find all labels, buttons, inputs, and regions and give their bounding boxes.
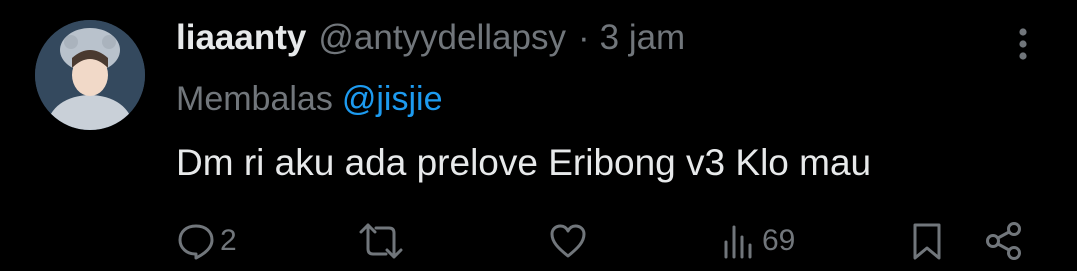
share-button[interactable] bbox=[984, 215, 1024, 267]
repost-button[interactable] bbox=[358, 215, 404, 267]
views-count: 69 bbox=[762, 224, 796, 257]
reply-icon bbox=[178, 224, 214, 260]
separator-dot: · bbox=[577, 18, 590, 57]
like-button[interactable] bbox=[548, 215, 588, 267]
tweet-header: liaaanty @antyydellapsy · 3 jam bbox=[176, 18, 685, 66]
tweet-text: Dm ri aku ada prelove Eribong v3 Klo mau bbox=[176, 142, 872, 183]
display-name[interactable]: liaaanty bbox=[176, 18, 306, 58]
avatar[interactable] bbox=[35, 20, 145, 130]
bookmark-button[interactable] bbox=[910, 215, 944, 267]
reply-count: 2 bbox=[220, 224, 237, 257]
reply-mention-link[interactable]: @jisjie bbox=[342, 80, 443, 118]
views-icon bbox=[724, 225, 752, 259]
more-options-button[interactable] bbox=[1008, 22, 1038, 66]
tweet: liaaanty @antyydellapsy · 3 jam Membalas… bbox=[0, 0, 1077, 271]
action-bar: 2 69 bbox=[0, 215, 1077, 267]
views-button[interactable]: 69 bbox=[722, 215, 795, 267]
bookmark-icon bbox=[913, 223, 941, 260]
reply-label: Membalas bbox=[176, 80, 333, 118]
timestamp[interactable]: 3 jam bbox=[600, 18, 686, 58]
repost-icon bbox=[359, 223, 403, 259]
more-vertical-icon bbox=[1019, 28, 1027, 60]
user-handle[interactable]: @antyydellapsy bbox=[318, 18, 566, 58]
reply-button[interactable]: 2 bbox=[176, 215, 237, 267]
heart-icon bbox=[550, 224, 586, 258]
avatar-image bbox=[35, 20, 145, 130]
share-icon bbox=[986, 222, 1021, 260]
reply-context: Membalas @jisjie bbox=[176, 80, 442, 119]
